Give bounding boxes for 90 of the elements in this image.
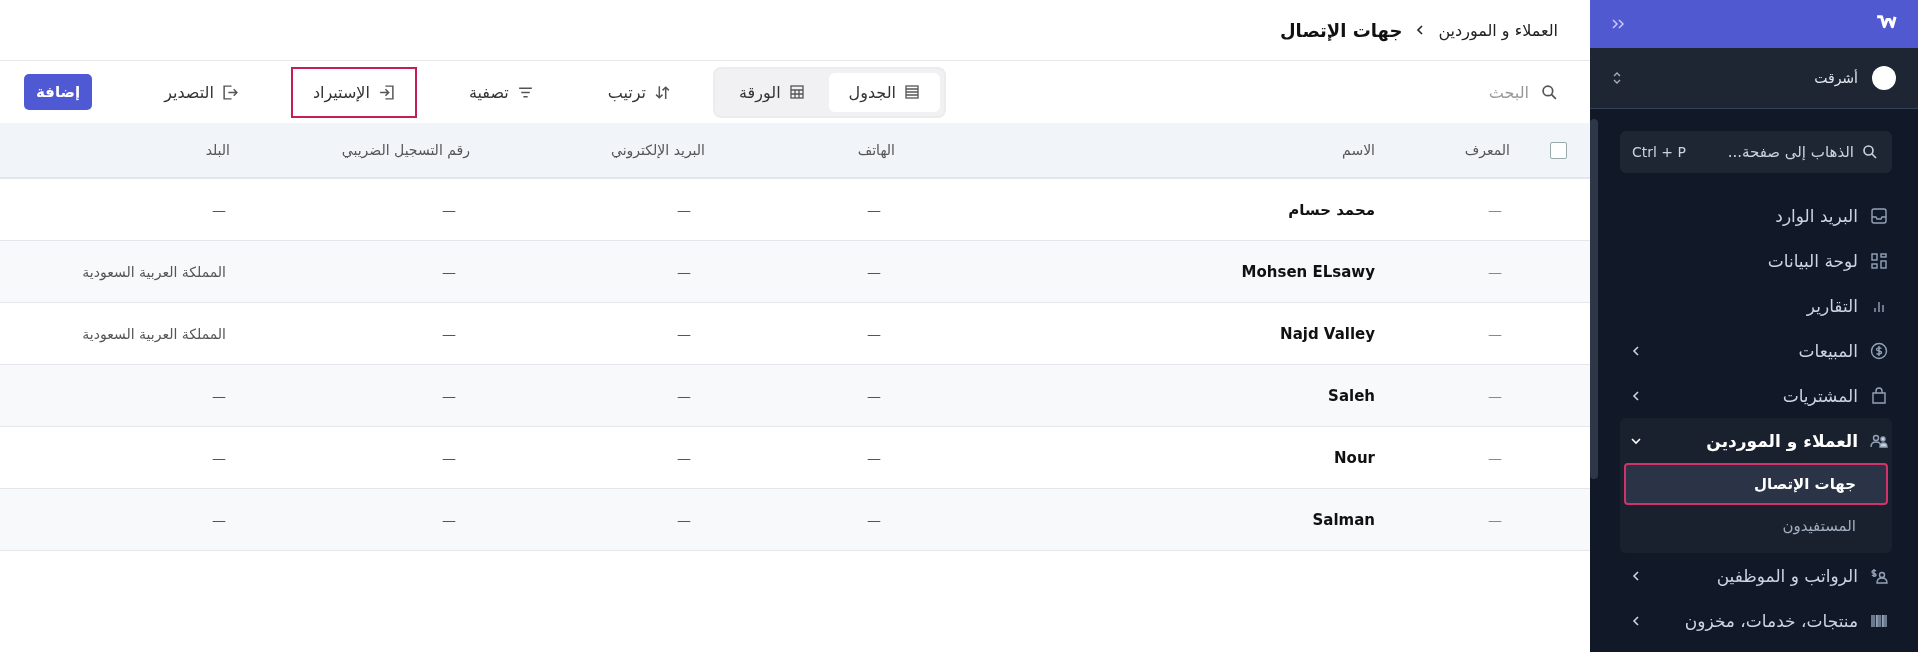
dollar-icon xyxy=(1870,341,1888,360)
nav-label: المبيعات xyxy=(1798,340,1858,361)
toolbar-button[interactable]: التصدير xyxy=(142,66,261,118)
sort-icon xyxy=(654,83,672,101)
column-header[interactable]: الاسم xyxy=(911,142,1391,158)
table-cell-text: Salman xyxy=(1311,510,1376,529)
nav-label: العملاء و الموردين xyxy=(1706,430,1858,451)
table-cell-text: — xyxy=(441,387,457,404)
table-cell-text: — xyxy=(866,449,882,466)
table-cell-text: — xyxy=(1487,511,1503,528)
table-cell-text: — xyxy=(676,263,692,280)
inbox-icon xyxy=(1870,206,1888,225)
nav-item[interactable]: المبيعات xyxy=(1620,328,1892,373)
table-cell-text: — xyxy=(1487,387,1503,404)
page-title: جهات الإتصال xyxy=(1280,19,1403,41)
table-cell-text: Nour xyxy=(1333,448,1376,467)
table-cell-text: محمد حسام xyxy=(1287,200,1376,219)
table-cell-text: — xyxy=(676,449,692,466)
toolbar-button[interactable]: ترتيب xyxy=(585,66,694,118)
table-cell-text: — xyxy=(441,263,457,280)
table-cell-text: — xyxy=(866,263,882,280)
nav-item[interactable]: منتجات، خدمات، مخزون xyxy=(1620,598,1892,643)
nav-label: منتجات، خدمات، مخزون xyxy=(1684,610,1858,631)
search-field[interactable]: البحث xyxy=(1327,81,1531,103)
table-cell-text: — xyxy=(866,201,882,218)
chevron-updown-icon xyxy=(1612,70,1622,86)
view-tab[interactable]: الورقة xyxy=(719,72,825,112)
column-header[interactable]: البريد الإلكتروني xyxy=(486,142,721,158)
table-cell-text: — xyxy=(211,387,227,404)
add-button[interactable]: إضافة xyxy=(24,74,93,110)
select-all-checkbox[interactable] xyxy=(1549,141,1567,159)
goto-placeholder: الذهاب إلى صفحة... xyxy=(1727,143,1854,161)
nav-item[interactable]: الرواتب و الموظفين xyxy=(1620,553,1892,598)
nav-label: المشتريات xyxy=(1782,385,1858,406)
table-cell-text: — xyxy=(211,449,227,466)
table-cell-text: المملكة العربية السعودية xyxy=(81,325,227,342)
company-switcher[interactable]: أشرقت xyxy=(1590,48,1918,109)
table-cell-text: — xyxy=(676,201,692,218)
table-cell-text: — xyxy=(866,387,882,404)
company-name: أشرقت xyxy=(1814,70,1858,86)
scrollbar[interactable] xyxy=(1590,119,1598,479)
payroll-icon xyxy=(1870,566,1888,585)
table-cell-text: — xyxy=(866,325,882,342)
shortcut-hint: Ctrl + P xyxy=(1632,144,1686,160)
export-icon xyxy=(221,83,239,101)
toolbar-button[interactable]: الإستيراد xyxy=(290,66,417,118)
nav-item[interactable]: لوحة البيانات xyxy=(1620,238,1892,283)
table-cell-text: — xyxy=(1487,263,1503,280)
column-header[interactable]: الهاتف xyxy=(721,142,911,158)
table-cell-text: المملكة العربية السعودية xyxy=(81,263,227,280)
nav-subitem[interactable]: جهات الإتصال xyxy=(1624,463,1888,505)
table-cell-text: — xyxy=(866,511,882,528)
search-icon xyxy=(1862,144,1878,160)
list-icon xyxy=(904,84,920,100)
table-cell-text: — xyxy=(1487,201,1503,218)
column-header[interactable]: المعرف xyxy=(1391,142,1526,158)
nav-label: التقارير xyxy=(1806,295,1858,316)
nav-item[interactable]: البريد الوارد xyxy=(1620,193,1892,238)
table-cell-text: — xyxy=(676,387,692,404)
nav-label: الرواتب و الموظفين xyxy=(1716,565,1858,586)
table-cell-text: Najd Valley xyxy=(1279,324,1376,343)
table-cell-text: — xyxy=(676,325,692,342)
nav-label: البريد الوارد xyxy=(1775,205,1858,226)
table-cell-text: — xyxy=(441,325,457,342)
table-cell-text: — xyxy=(441,449,457,466)
table-cell-text: Mohsen ELsawy xyxy=(1240,262,1376,281)
view-tab[interactable]: الجدول xyxy=(828,72,940,112)
search-icon xyxy=(1541,83,1558,101)
grid-icon xyxy=(1870,251,1888,270)
toolbar-button[interactable]: تصفية xyxy=(446,66,556,118)
nav-item[interactable]: العملاء و الموردين xyxy=(1620,418,1892,463)
table-cell-text: — xyxy=(1487,325,1503,342)
bag-icon xyxy=(1870,386,1888,405)
company-avatar xyxy=(1872,66,1896,90)
table-cell-text: Saleh xyxy=(1327,386,1376,405)
column-header[interactable]: رقم التسجيل الضريبي xyxy=(246,142,486,158)
nav-item[interactable]: التقارير xyxy=(1620,283,1892,328)
nav-label: لوحة البيانات xyxy=(1767,250,1858,271)
breadcrumb-link[interactable]: العملاء و الموردين xyxy=(1438,20,1558,40)
import-icon xyxy=(377,83,395,101)
table-cell-text: — xyxy=(441,511,457,528)
table-cell-text: — xyxy=(211,511,227,528)
table-cell-text: — xyxy=(1487,449,1503,466)
table-cell-text: — xyxy=(211,201,227,218)
nav-subitem[interactable]: المستفيدون xyxy=(1624,505,1888,547)
table-cell-text: — xyxy=(676,511,692,528)
table-cell-text: — xyxy=(441,201,457,218)
nav-item[interactable]: المشتريات xyxy=(1620,373,1892,418)
column-header[interactable]: البلد xyxy=(0,142,246,158)
grid-icon xyxy=(788,84,805,100)
